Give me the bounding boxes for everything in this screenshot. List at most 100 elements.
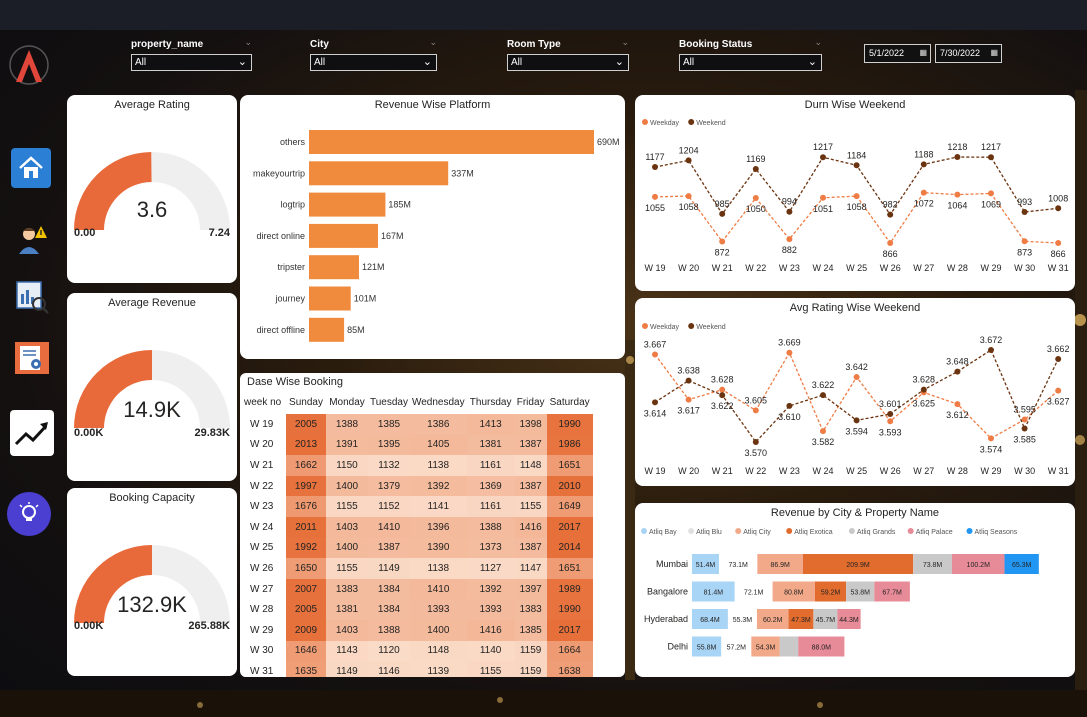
table-title: Dase Wise Booking bbox=[247, 376, 343, 388]
booking-heatmap-table: week no Sunday Monday Tuesday Wednesday Thurs… bbox=[242, 390, 593, 677]
gauge-max: 7.24 bbox=[208, 227, 230, 239]
gauge-min: 0.00 bbox=[74, 227, 96, 239]
x-tick-label: W 30 bbox=[1014, 466, 1035, 476]
value-cell: 1416 bbox=[466, 619, 515, 641]
data-point bbox=[786, 349, 793, 356]
week-cell: W 30 bbox=[242, 640, 286, 662]
x-tick-label: W 31 bbox=[1048, 466, 1069, 476]
value-cell: 1989 bbox=[546, 578, 593, 600]
room-type-label: Room Type bbox=[507, 39, 561, 50]
data-label: 60.2M bbox=[763, 617, 783, 624]
data-label: 121M bbox=[362, 262, 385, 272]
value-cell: 1413 bbox=[466, 414, 515, 435]
booking-status-value: All bbox=[683, 57, 695, 68]
value-cell: 1392 bbox=[466, 578, 515, 600]
value-cell: 1410 bbox=[368, 516, 410, 538]
idea-button[interactable] bbox=[7, 492, 51, 536]
category-label: others bbox=[280, 137, 306, 147]
calendar-icon[interactable]: ▦ bbox=[990, 48, 998, 57]
legend-marker bbox=[688, 323, 695, 329]
trend-button[interactable] bbox=[10, 410, 54, 456]
data-point bbox=[853, 417, 860, 424]
x-tick-label: W 28 bbox=[947, 466, 968, 476]
data-label: 985 bbox=[715, 199, 730, 209]
data-point bbox=[685, 377, 692, 384]
start-date-input[interactable]: 5/1/2022 ▦ bbox=[864, 44, 931, 63]
week-cell: W 27 bbox=[242, 578, 286, 600]
data-point bbox=[920, 189, 927, 196]
chevron-down-icon: ⌄ bbox=[244, 37, 252, 47]
legend-marker bbox=[641, 528, 647, 534]
legend-label: Weekday bbox=[650, 324, 680, 331]
data-label: 872 bbox=[715, 248, 730, 258]
bar bbox=[309, 317, 345, 342]
x-tick-label: W 23 bbox=[779, 263, 800, 273]
dropdown-caret-icon: ⌄ bbox=[807, 56, 817, 68]
booking-status-slicer[interactable]: Booking Status ⌄ All ⌄ bbox=[679, 37, 822, 71]
value-cell: 1150 bbox=[326, 455, 368, 476]
data-label: 54.3M bbox=[756, 645, 776, 652]
value-cell: 1651 bbox=[546, 455, 593, 476]
document-gear-button[interactable] bbox=[11, 337, 53, 379]
legend-label: Atliq Grands bbox=[857, 529, 896, 536]
city-dropdown[interactable]: All ⌄ bbox=[310, 54, 437, 71]
data-label: 167M bbox=[381, 231, 404, 241]
data-label: 86.9M bbox=[770, 562, 790, 569]
data-label: 866 bbox=[1051, 249, 1066, 259]
x-tick-label: W 20 bbox=[678, 263, 699, 273]
table-row: W 30 1646 1143 1120 1148 1140 1159 1664 bbox=[242, 640, 593, 662]
calendar-icon[interactable]: ▦ bbox=[919, 48, 927, 57]
property-name-slicer[interactable]: property_name ⌄ All ⌄ bbox=[131, 37, 252, 71]
chevron-down-icon: ⌄ bbox=[814, 37, 822, 47]
property-name-dropdown[interactable]: All ⌄ bbox=[131, 54, 252, 71]
report-search-button[interactable] bbox=[11, 276, 53, 318]
data-label: 1058 bbox=[679, 202, 699, 212]
week-cell: W 29 bbox=[242, 619, 286, 641]
table-row: W 31 1635 1149 1146 1139 1155 1159 1638 bbox=[242, 661, 593, 677]
bar bbox=[309, 255, 359, 280]
booking-status-dropdown[interactable]: All ⌄ bbox=[679, 54, 822, 71]
data-label: 3.628 bbox=[913, 375, 936, 385]
value-cell: 1155 bbox=[466, 661, 515, 677]
category-label: Delhi bbox=[667, 642, 688, 652]
value-cell: 1662 bbox=[286, 455, 326, 476]
value-cell: 1141 bbox=[409, 496, 467, 517]
value-cell: 1649 bbox=[546, 496, 593, 517]
category-label: Hyderabad bbox=[644, 614, 688, 624]
end-date-value: 7/30/2022 bbox=[940, 48, 981, 58]
table-row: W 29 2009 1403 1388 1400 1416 1385 2017 bbox=[242, 619, 593, 641]
data-label: 80.8M bbox=[784, 590, 804, 597]
data-label: 1204 bbox=[679, 145, 699, 155]
home-button[interactable] bbox=[11, 148, 51, 188]
room-type-slicer[interactable]: Room Type ⌄ All ⌄ bbox=[507, 37, 629, 71]
user-alert-button[interactable] bbox=[11, 218, 53, 260]
brand-logo bbox=[9, 45, 49, 85]
city-label: City bbox=[310, 39, 329, 50]
column-header: Wednesday bbox=[411, 396, 465, 408]
data-point bbox=[752, 439, 759, 445]
x-tick-label: W 24 bbox=[812, 466, 833, 476]
data-label: 3.628 bbox=[711, 375, 734, 385]
bar bbox=[309, 286, 351, 311]
gauge-value: 14.9K bbox=[123, 397, 181, 422]
end-date-input[interactable]: 7/30/2022 ▦ bbox=[935, 44, 1002, 63]
x-tick-label: W 19 bbox=[644, 263, 665, 273]
data-point bbox=[954, 154, 961, 160]
x-tick-label: W 28 bbox=[947, 263, 968, 273]
data-point bbox=[719, 392, 726, 399]
data-point bbox=[988, 347, 994, 353]
stack-segment bbox=[779, 636, 799, 657]
value-cell: 2017 bbox=[546, 619, 593, 641]
room-type-dropdown[interactable]: All ⌄ bbox=[507, 54, 629, 71]
data-label: 3.622 bbox=[711, 401, 734, 411]
x-tick-label: W 24 bbox=[812, 263, 833, 273]
data-label: 3.648 bbox=[946, 357, 969, 367]
x-tick-label: W 26 bbox=[880, 466, 901, 476]
data-point bbox=[786, 208, 793, 215]
data-point bbox=[719, 238, 726, 245]
x-tick-label: W 22 bbox=[745, 466, 766, 476]
data-point bbox=[752, 165, 759, 172]
table-row: W 24 2011 1403 1410 1396 1388 1416 2017 bbox=[242, 516, 593, 538]
city-slicer[interactable]: City ⌄ All ⌄ bbox=[310, 37, 437, 71]
value-cell: 1161 bbox=[466, 455, 515, 476]
